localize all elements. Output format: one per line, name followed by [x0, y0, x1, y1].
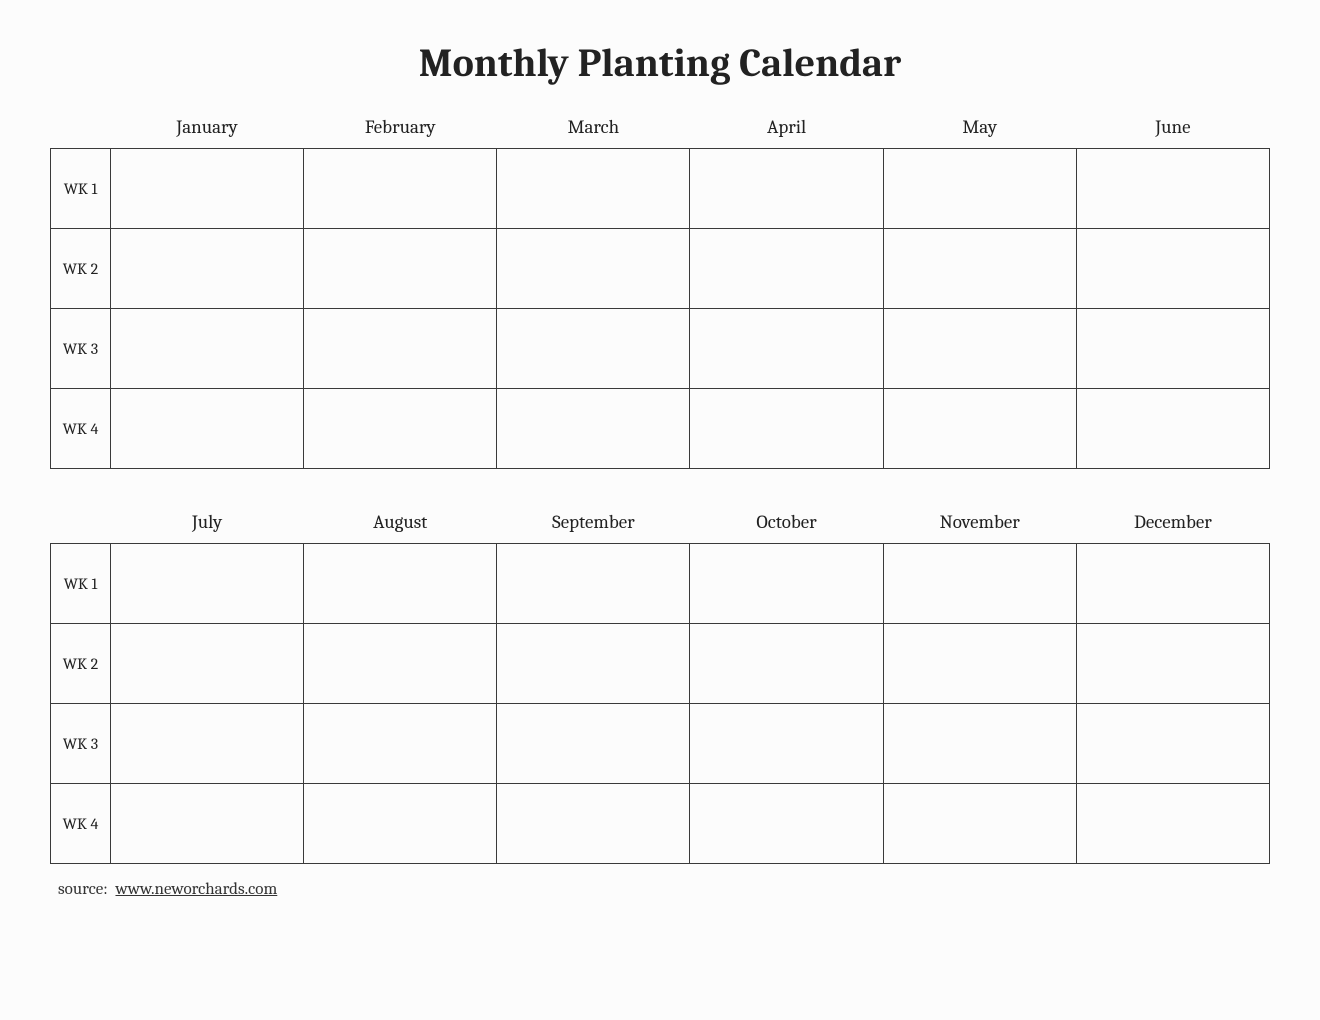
table-row: WK 4 [51, 389, 1270, 469]
calendar-cell [111, 389, 304, 469]
source-line: source: www.neworchards.com [50, 880, 1270, 899]
calendar-cell [1076, 544, 1269, 624]
month-header: November [883, 505, 1076, 544]
calendar-cell [111, 309, 304, 389]
calendar-cell [690, 544, 883, 624]
week-label: WK 2 [51, 624, 111, 704]
calendar-cell [883, 149, 1076, 229]
calendar-cell [497, 229, 690, 309]
calendar-cell [883, 389, 1076, 469]
calendar-cell [690, 229, 883, 309]
calendar-cell [304, 704, 497, 784]
calendar-table-top: January February March April May June WK… [50, 110, 1270, 469]
calendar-cell [690, 704, 883, 784]
calendar-cell [883, 309, 1076, 389]
calendar-cell [111, 624, 304, 704]
calendar-cell [497, 624, 690, 704]
calendar-cell [1076, 149, 1269, 229]
calendar-cell [111, 229, 304, 309]
calendar-cell [497, 544, 690, 624]
week-label: WK 1 [51, 149, 111, 229]
corner-cell [51, 110, 111, 149]
calendar-cell [883, 624, 1076, 704]
source-label: source: [58, 880, 108, 899]
calendar-cell [304, 389, 497, 469]
calendar-cell [690, 624, 883, 704]
calendar-cell [304, 229, 497, 309]
week-label: WK 4 [51, 389, 111, 469]
week-label: WK 1 [51, 544, 111, 624]
calendar-cell [690, 784, 883, 864]
calendar-cell [1076, 704, 1269, 784]
week-label: WK 3 [51, 309, 111, 389]
month-header: April [690, 110, 883, 149]
calendar-cell [497, 149, 690, 229]
page-title: Monthly Planting Calendar [50, 40, 1270, 86]
month-header: February [304, 110, 497, 149]
calendar-cell [111, 704, 304, 784]
calendar-cell [111, 544, 304, 624]
calendar-cell [883, 784, 1076, 864]
calendar-block-top: January February March April May June WK… [50, 110, 1270, 469]
calendar-cell [497, 784, 690, 864]
calendar-cell [304, 624, 497, 704]
calendar-cell [883, 544, 1076, 624]
month-header: October [690, 505, 883, 544]
week-label: WK 3 [51, 704, 111, 784]
calendar-cell [1076, 309, 1269, 389]
calendar-table-bottom: July August September October November D… [50, 505, 1270, 864]
calendar-cell [111, 784, 304, 864]
calendar-cell [304, 149, 497, 229]
month-header: December [1076, 505, 1269, 544]
table-row: WK 1 [51, 149, 1270, 229]
calendar-cell [1076, 784, 1269, 864]
month-header: June [1076, 110, 1269, 149]
table-row: WK 1 [51, 544, 1270, 624]
source-link[interactable]: www.neworchards.com [115, 880, 277, 899]
calendar-cell [690, 309, 883, 389]
calendar-cell [1076, 389, 1269, 469]
table-row: WK 2 [51, 624, 1270, 704]
calendar-cell [690, 149, 883, 229]
calendar-cell [1076, 624, 1269, 704]
calendar-cell [304, 544, 497, 624]
calendar-cell [690, 389, 883, 469]
calendar-cell [883, 704, 1076, 784]
calendar-cell [883, 229, 1076, 309]
corner-cell [51, 505, 111, 544]
table-row: WK 3 [51, 704, 1270, 784]
calendar-cell [1076, 229, 1269, 309]
calendar-block-bottom: July August September October November D… [50, 505, 1270, 864]
month-header: May [883, 110, 1076, 149]
table-row: WK 4 [51, 784, 1270, 864]
table-row: WK 3 [51, 309, 1270, 389]
calendar-cell [304, 784, 497, 864]
calendar-cell [497, 389, 690, 469]
calendar-cell [304, 309, 497, 389]
month-header: March [497, 110, 690, 149]
month-header: September [497, 505, 690, 544]
month-header: July [111, 505, 304, 544]
week-label: WK 2 [51, 229, 111, 309]
table-row: WK 2 [51, 229, 1270, 309]
calendar-cell [111, 149, 304, 229]
calendar-cell [497, 309, 690, 389]
calendar-cell [497, 704, 690, 784]
month-header: August [304, 505, 497, 544]
month-header: January [111, 110, 304, 149]
week-label: WK 4 [51, 784, 111, 864]
